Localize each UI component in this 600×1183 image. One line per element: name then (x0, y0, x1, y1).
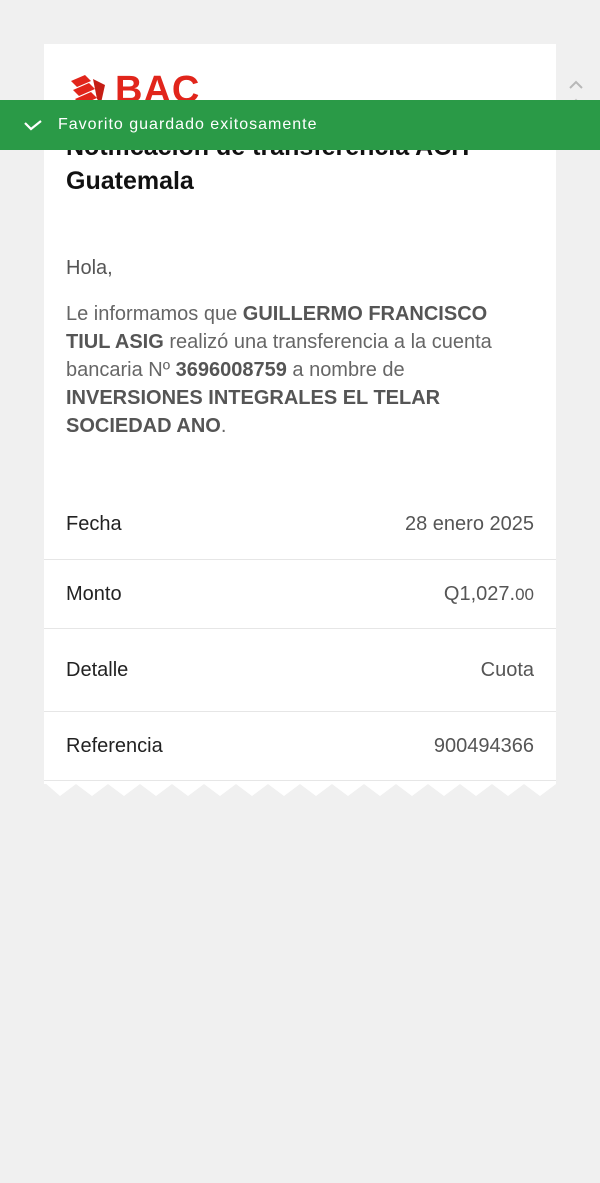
greeting: Hola, (66, 257, 113, 279)
notification-message: Le informamos que GUILLERMO FRANCISCO TI… (66, 300, 536, 440)
referencia-label: Referencia (66, 734, 163, 757)
message-text: . (220, 415, 227, 437)
fecha-value: 28 enero 2025 (404, 513, 534, 535)
detail-row-detalle: Detalle Cuota (44, 629, 556, 712)
monto-cents: 00 (515, 584, 534, 604)
referencia-value: 900494366 (433, 734, 534, 757)
detail-row-referencia: Referencia 900494366 (44, 712, 556, 781)
detail-row-monto: Monto Q1,027.00 (44, 560, 556, 629)
message-text: a nombre de (286, 359, 405, 381)
account-number: 3696008759 (175, 359, 287, 381)
receipt-zigzag-edge (44, 782, 556, 796)
detail-row-fecha: Fecha 28 enero 2025 (44, 490, 556, 560)
success-toast[interactable]: Favorito guardado exitosamente (0, 100, 600, 150)
message-text: Le informamos que (66, 303, 243, 325)
detalle-value: Cuota (480, 658, 534, 681)
toast-message: Favorito guardado exitosamente (58, 116, 318, 133)
monto-value: Q1,027.00 (444, 583, 534, 606)
chevron-up-icon[interactable] (568, 80, 584, 90)
monto-amount: Q1,027. (443, 582, 516, 605)
fecha-label: Fecha (66, 513, 122, 535)
check-icon (24, 120, 42, 131)
receipt-card: BAC Notificación de transferencia ACH Gu… (44, 44, 556, 784)
detalle-label: Detalle (66, 658, 129, 681)
monto-label: Monto (66, 582, 122, 605)
recipient-name: INVERSIONES INTEGRALES EL TELAR SOCIEDAD… (66, 387, 441, 437)
